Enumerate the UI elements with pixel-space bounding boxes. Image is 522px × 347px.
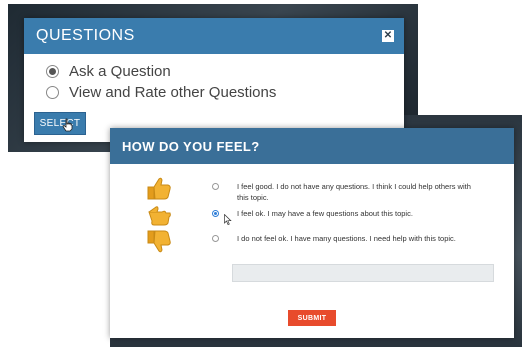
- feedback-text-input[interactable]: [232, 264, 494, 282]
- select-button[interactable]: SELECT: [34, 112, 86, 135]
- close-icon[interactable]: ✕: [382, 30, 394, 42]
- questions-dialog-title: QUESTIONS: [36, 27, 135, 44]
- questions-options: Ask a Question View and Rate other Quest…: [24, 54, 404, 103]
- radio-feel-not-ok[interactable]: [212, 235, 219, 242]
- option-label: Ask a Question: [69, 63, 171, 80]
- questions-dialog-header: QUESTIONS ✕: [24, 18, 404, 54]
- thumbs-up-icon: [147, 177, 171, 200]
- feel-dialog-title: HOW DO YOU FEEL?: [122, 138, 260, 154]
- radio-feel-ok[interactable]: [212, 210, 219, 217]
- option-label: View and Rate other Questions: [69, 84, 277, 101]
- feel-dialog-header: HOW DO YOU FEEL?: [110, 128, 514, 164]
- feel-option-label: I feel ok. I may have a few questions ab…: [237, 209, 413, 218]
- radio-view-rate-questions[interactable]: [46, 86, 59, 99]
- feel-option-good[interactable]: I feel good. I do not have any questions…: [212, 181, 482, 203]
- thumbs-down-icon: [147, 230, 171, 253]
- feel-option-not-ok[interactable]: I do not feel ok. I have many questions.…: [212, 233, 482, 244]
- option-ask-question[interactable]: Ask a Question: [24, 61, 404, 82]
- radio-feel-good[interactable]: [212, 183, 219, 190]
- feel-option-label: I feel good. I do not have any questions…: [237, 182, 471, 202]
- feel-option-label: I do not feel ok. I have many questions.…: [237, 234, 456, 243]
- arrow-cursor-icon: [224, 214, 232, 225]
- submit-button[interactable]: SUBMIT: [288, 310, 336, 326]
- feel-dialog: HOW DO YOU FEEL? I feel good. I do not h…: [110, 128, 514, 338]
- option-view-rate-questions[interactable]: View and Rate other Questions: [24, 82, 404, 103]
- radio-ask-question[interactable]: [46, 65, 59, 78]
- hand-cursor-icon: [62, 118, 73, 132]
- feel-option-ok[interactable]: I feel ok. I may have a few questions ab…: [212, 208, 482, 219]
- questions-dialog: QUESTIONS ✕ Ask a Question View and Rate…: [24, 18, 404, 142]
- thumbs-sideways-icon: [148, 206, 171, 226]
